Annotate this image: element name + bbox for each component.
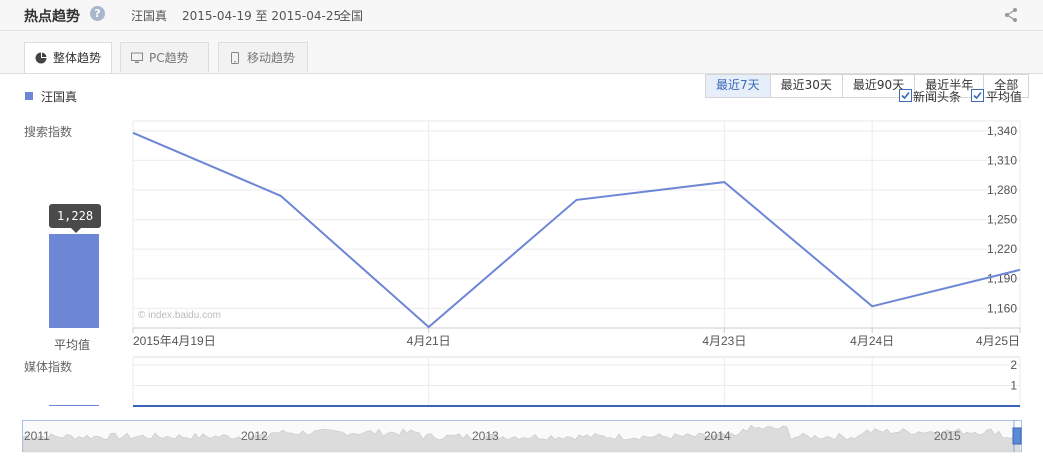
navigator-year-label: 2014 [704, 429, 731, 443]
chart-grid [132, 120, 1021, 333]
watermark: © index.baidu.com [138, 310, 221, 321]
x-tick-label: 2015年4月19日 [133, 334, 216, 348]
x-tick-label: 4月23日 [702, 334, 746, 348]
y-tick-label: 1,310 [987, 153, 1017, 167]
navigator-year-label: 2013 [472, 429, 499, 443]
x-tick-label: 4月25日 [976, 334, 1020, 348]
y-tick-label: 1,220 [987, 242, 1017, 256]
media-y-tick-label: 2 [1010, 358, 1017, 372]
x-tick-label: 4月21日 [407, 334, 451, 348]
y-tick-label: 1,160 [987, 301, 1017, 315]
y-tick-label: 1,250 [987, 213, 1017, 227]
navigator-year-label: 2015 [934, 429, 961, 443]
navigator-year-label: 2011 [24, 429, 50, 443]
series-line [132, 131, 1021, 329]
search-trend-chart[interactable]: 1,3401,3101,2801,2501,2201,1901,160 2015… [0, 0, 1043, 460]
navigator-drag-handle[interactable] [1012, 427, 1022, 445]
media-y-tick-label: 1 [1010, 379, 1017, 393]
y-tick-label: 1,340 [987, 124, 1017, 138]
x-axis-ticks: 2015年4月19日 4月21日 4月23日 4月24日 4月25日 [133, 334, 1020, 348]
navigator-year-label: 2012 [241, 429, 268, 443]
y-axis-ticks: 1,3401,3101,2801,2501,2201,1901,160 [987, 124, 1017, 315]
timeline-navigator: 2011 2012 2013 2014 2015 [22, 420, 1022, 453]
x-tick-label: 4月24日 [850, 334, 894, 348]
y-tick-label: 1,280 [987, 183, 1017, 197]
media-index-chart: 21 [132, 356, 1021, 407]
